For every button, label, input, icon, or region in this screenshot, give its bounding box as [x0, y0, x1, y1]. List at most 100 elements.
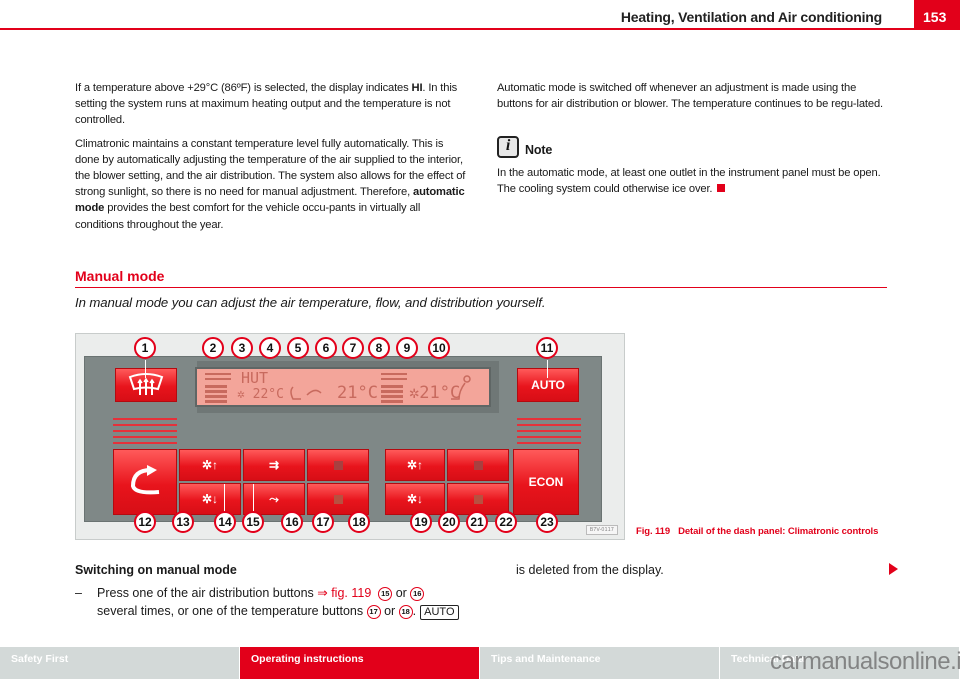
- page-number: 153: [914, 0, 960, 30]
- callout-6: 6: [315, 337, 337, 359]
- tab-tips-and-maintenance[interactable]: Tips and Maintenance: [480, 647, 720, 679]
- callout-14: 14: [214, 511, 236, 533]
- right-temp-value: 21°C: [419, 383, 461, 403]
- climatronic-figure: HUT ✲ 22°C 21°C ✲21°C AUTO ✲↑ ✲↓ ⇉ ⤳ ✲↑: [75, 333, 625, 540]
- air-flow-upper-icon: ⇉: [268, 458, 280, 472]
- text: If a temperature above +29°C (86ºF) is s…: [75, 82, 412, 94]
- section-subtitle: In manual mode you can adjust the air te…: [75, 295, 546, 310]
- callout-1: 1: [134, 337, 156, 359]
- display-right-temp: ✲21°C: [409, 383, 461, 403]
- right-blower-down-button[interactable]: ✲↓: [385, 483, 445, 515]
- figure-link[interactable]: ⇒ fig. 119: [317, 586, 371, 600]
- ref-15: 15: [378, 587, 393, 601]
- end-of-section-icon: [717, 183, 726, 192]
- recirculation-button[interactable]: [113, 449, 177, 515]
- caption-number: Fig. 119: [636, 526, 671, 537]
- tab-operating-instructions[interactable]: Operating instructions: [240, 647, 480, 679]
- leader-line: [145, 360, 146, 378]
- display-mode: HUT: [241, 369, 269, 387]
- right-temp-up-button[interactable]: [447, 449, 509, 481]
- section-title: Manual mode: [75, 268, 165, 284]
- left-blower-down-button[interactable]: ✲↓: [179, 483, 241, 515]
- left-temp-value: 22°C: [252, 387, 284, 402]
- callout-2: 2: [202, 337, 224, 359]
- fan-up-icon: ✲↑: [201, 458, 219, 472]
- right-blower-up-button[interactable]: ✲↑: [385, 449, 445, 481]
- ref-17: 17: [366, 605, 381, 619]
- paragraph-climatronic: Climatronic maintains a constant tempera…: [75, 136, 470, 233]
- info-icon: i: [497, 135, 519, 158]
- left-blower-up-button[interactable]: ✲↑: [179, 449, 241, 481]
- note-title: Note: [525, 143, 553, 158]
- ref-18: 18: [398, 605, 413, 619]
- callout-7: 7: [342, 337, 364, 359]
- callout-9: 9: [396, 337, 418, 359]
- air-flow-lower-icon: ⤳: [269, 491, 279, 506]
- temp-up-indicator-icon: [473, 460, 483, 470]
- text: or: [392, 586, 411, 600]
- fan-down-icon: ✲↓: [406, 492, 424, 506]
- fan-down-icon: ✲↓: [201, 492, 219, 506]
- left-temp-up-button[interactable]: [307, 449, 369, 481]
- figure-caption: Fig. 119 Detail of the dash panel: Climat…: [636, 526, 878, 537]
- temp-up-indicator-icon: [333, 460, 343, 470]
- paragraph-auto-off: Automatic mode is switched off whenever …: [497, 82, 883, 111]
- figure-image-id: B7V-0117: [585, 525, 618, 535]
- step-continuation: is deleted from the display.: [516, 563, 664, 577]
- callout-5: 5: [287, 337, 309, 359]
- header-rule: [0, 28, 914, 30]
- text: In the automatic mode, at least one outl…: [497, 166, 881, 195]
- tab-safety-first[interactable]: Safety First: [0, 647, 240, 679]
- section-rule: [75, 287, 887, 288]
- auto-button[interactable]: AUTO: [517, 368, 579, 402]
- display-left-temp: ✲ 22°C: [237, 387, 284, 402]
- text: .: [412, 604, 417, 618]
- leader-line: [547, 360, 548, 378]
- left-vent-grille: [113, 418, 177, 444]
- control-panel: HUT ✲ 22°C 21°C ✲21°C AUTO ✲↑ ✲↓ ⇉ ⤳ ✲↑: [84, 356, 602, 522]
- display-center-temp: 21°C: [337, 383, 378, 403]
- text: several times, or one of the temperature…: [97, 604, 367, 618]
- continue-arrow-icon[interactable]: [889, 563, 898, 575]
- leader-line: [224, 484, 225, 512]
- defrost-button[interactable]: [115, 368, 177, 402]
- windscreen-defrost-icon: [128, 373, 164, 395]
- paragraph-hi-setting: If a temperature above +29°C (86ºF) is s…: [75, 80, 470, 129]
- callout-12: 12: [134, 511, 156, 533]
- callout-23: 23: [536, 511, 558, 533]
- recirculation-arrow-icon: [130, 465, 160, 495]
- callout-10: 10: [428, 337, 450, 359]
- step-text: Press one of the air distribution button…: [97, 584, 475, 620]
- callout-22: 22: [495, 511, 517, 533]
- air-distribution-upper-button[interactable]: ⇉: [243, 449, 305, 481]
- callout-3: 3: [231, 337, 253, 359]
- text: provides the best comfort for the vehicl…: [75, 202, 421, 231]
- callout-21: 21: [466, 511, 488, 533]
- instruction-step: – Press one of the air distribution butt…: [75, 584, 475, 620]
- temp-down-indicator-icon: [473, 494, 483, 504]
- list-dash: –: [75, 586, 82, 600]
- right-column: Automatic mode is switched off whenever …: [497, 80, 887, 204]
- note-text: In the automatic mode, at least one outl…: [497, 165, 887, 197]
- callout-8: 8: [368, 337, 390, 359]
- text: Climatronic maintains a constant tempera…: [75, 137, 466, 199]
- text: or: [380, 604, 399, 618]
- text: Press one of the air distribution button…: [97, 586, 318, 600]
- climate-display: HUT ✲ 22°C 21°C ✲21°C: [195, 367, 491, 407]
- callout-4: 4: [259, 337, 281, 359]
- callout-16: 16: [281, 511, 303, 533]
- ref-16: 16: [410, 587, 425, 601]
- left-column: If a temperature above +29°C (86ºF) is s…: [75, 80, 470, 240]
- auto-key-label: AUTO: [420, 605, 459, 620]
- temp-down-indicator-icon: [333, 494, 343, 504]
- callout-13: 13: [172, 511, 194, 533]
- instructions-heading: Switching on manual mode: [75, 563, 237, 577]
- watermark: carmanualsonline.info: [770, 648, 960, 675]
- leader-line: [253, 484, 254, 512]
- econ-button[interactable]: ECON: [513, 449, 579, 515]
- bold-text: HI: [411, 82, 423, 94]
- chapter-title: Heating, Ventilation and Air conditionin…: [620, 9, 882, 25]
- callout-19: 19: [410, 511, 432, 533]
- callout-11: 11: [536, 337, 558, 359]
- right-vent-grille: [517, 418, 581, 444]
